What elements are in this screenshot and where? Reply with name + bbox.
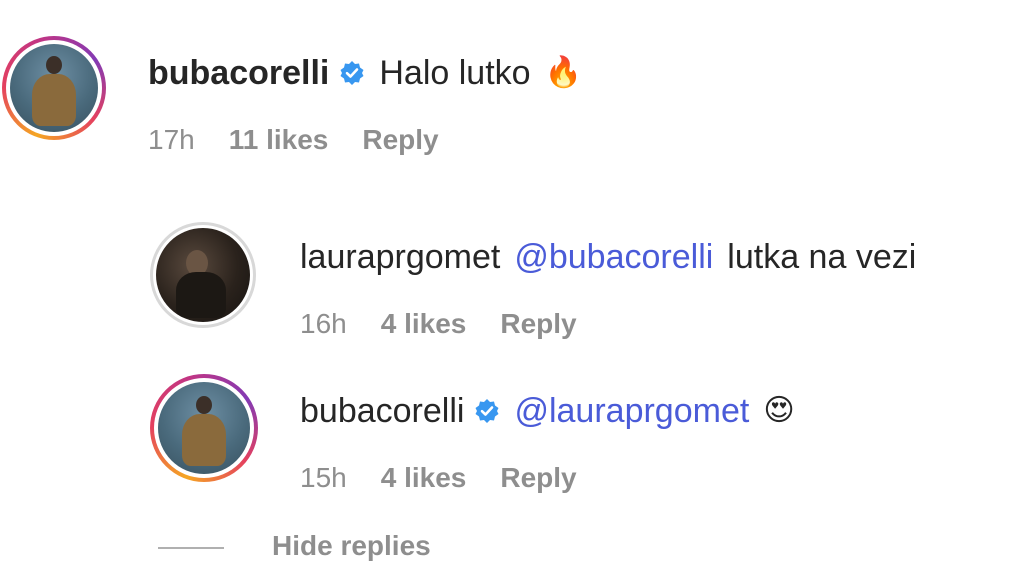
- verified-badge-icon: [339, 60, 365, 86]
- verified-badge-icon: [474, 398, 500, 424]
- username[interactable]: bubacorelli: [148, 54, 329, 93]
- likes-count[interactable]: 11 likes: [229, 124, 329, 156]
- avatar[interactable]: [150, 222, 256, 328]
- reply-button[interactable]: Reply: [500, 308, 576, 340]
- avatar[interactable]: [2, 36, 106, 140]
- timestamp: 16h: [300, 308, 347, 339]
- username[interactable]: bubacorelli: [300, 392, 464, 431]
- hide-replies-divider: [158, 547, 224, 549]
- reply-comment: bubacorelli @lauraprgomet 😍 15h 4 likes …: [0, 370, 1024, 520]
- timestamp: 15h: [300, 462, 347, 493]
- likes-count[interactable]: 4 likes: [381, 308, 467, 340]
- mention-link[interactable]: @lauraprgomet: [514, 392, 749, 431]
- likes-count[interactable]: 4 likes: [381, 462, 467, 494]
- fire-emoji: 🔥: [544, 56, 582, 89]
- timestamp: 17h: [148, 124, 195, 155]
- username[interactable]: lauraprgomet: [300, 238, 500, 277]
- comment-main: bubacorelli Halo lutko 🔥 17h 11 likes Re…: [0, 0, 1024, 170]
- reply-button[interactable]: Reply: [500, 462, 576, 494]
- comment-text: lutka na vezi: [727, 237, 917, 276]
- reply-button[interactable]: Reply: [362, 124, 438, 156]
- comment-text: Halo lutko: [379, 53, 531, 92]
- mention-link[interactable]: @bubacorelli: [514, 238, 713, 277]
- hide-replies-button[interactable]: Hide replies: [272, 530, 431, 562]
- reply-comment: lauraprgomet @bubacorelli lutka na vezi …: [0, 210, 1024, 360]
- heart-eyes-emoji: 😍: [763, 394, 795, 427]
- avatar[interactable]: [150, 374, 258, 482]
